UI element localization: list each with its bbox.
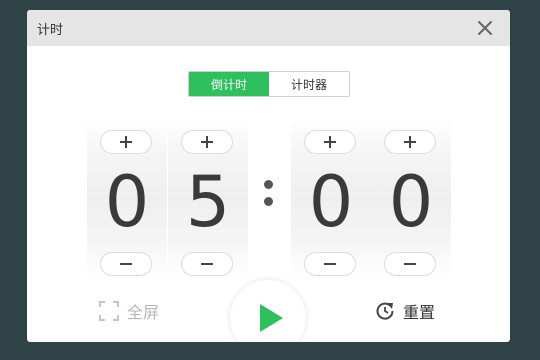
fullscreen-icon <box>99 301 119 321</box>
minutes-tens-column: 0 <box>87 118 167 278</box>
minus-icon <box>201 263 213 265</box>
fullscreen-button[interactable]: 全屏 <box>99 299 159 323</box>
plus-icon <box>324 136 336 148</box>
seconds-ones-digit: 0 <box>388 161 434 243</box>
minutes-ones-decrement-button[interactable] <box>181 252 233 276</box>
minutes-tens-digit: 0 <box>104 161 150 243</box>
minutes-ones-increment-button[interactable] <box>181 130 233 154</box>
close-button[interactable] <box>475 18 495 38</box>
plus-icon <box>120 136 132 148</box>
seconds-tens-column: 0 <box>291 118 371 278</box>
separator-dot-top <box>264 180 273 189</box>
play-icon <box>260 304 283 332</box>
minus-icon <box>324 263 336 265</box>
minus-icon <box>120 263 132 265</box>
seconds-ones-column: 0 <box>371 118 451 278</box>
seconds-ones-increment-button[interactable] <box>384 130 436 154</box>
minutes-ones-column: 5 <box>168 118 248 278</box>
minus-icon <box>404 263 416 265</box>
seconds-tens-digit: 0 <box>308 161 354 243</box>
timer-dialog: 计时 倒计时 计时器 0 5 0 0 全屏 重置 <box>27 10 510 342</box>
titlebar: 计时 <box>27 10 510 46</box>
dialog-title: 计时 <box>37 23 64 38</box>
seconds-tens-decrement-button[interactable] <box>304 252 356 276</box>
play-button[interactable] <box>230 280 306 342</box>
plus-icon <box>404 136 416 148</box>
tab-stopwatch[interactable]: 计时器 <box>269 72 349 96</box>
minutes-tens-decrement-button[interactable] <box>100 252 152 276</box>
reset-button[interactable]: 重置 <box>375 299 435 323</box>
fullscreen-label: 全屏 <box>127 303 160 322</box>
seconds-ones-decrement-button[interactable] <box>384 252 436 276</box>
minutes-ones-digit: 5 <box>185 161 231 243</box>
reset-label: 重置 <box>403 303 436 322</box>
separator-dot-bottom <box>264 197 273 206</box>
close-icon <box>478 21 492 35</box>
reset-icon <box>376 302 394 320</box>
plus-icon <box>201 136 213 148</box>
seconds-tens-increment-button[interactable] <box>304 130 356 154</box>
tab-countdown[interactable]: 倒计时 <box>189 72 269 96</box>
minutes-tens-increment-button[interactable] <box>100 130 152 154</box>
mode-tabs: 倒计时 计时器 <box>188 71 350 97</box>
